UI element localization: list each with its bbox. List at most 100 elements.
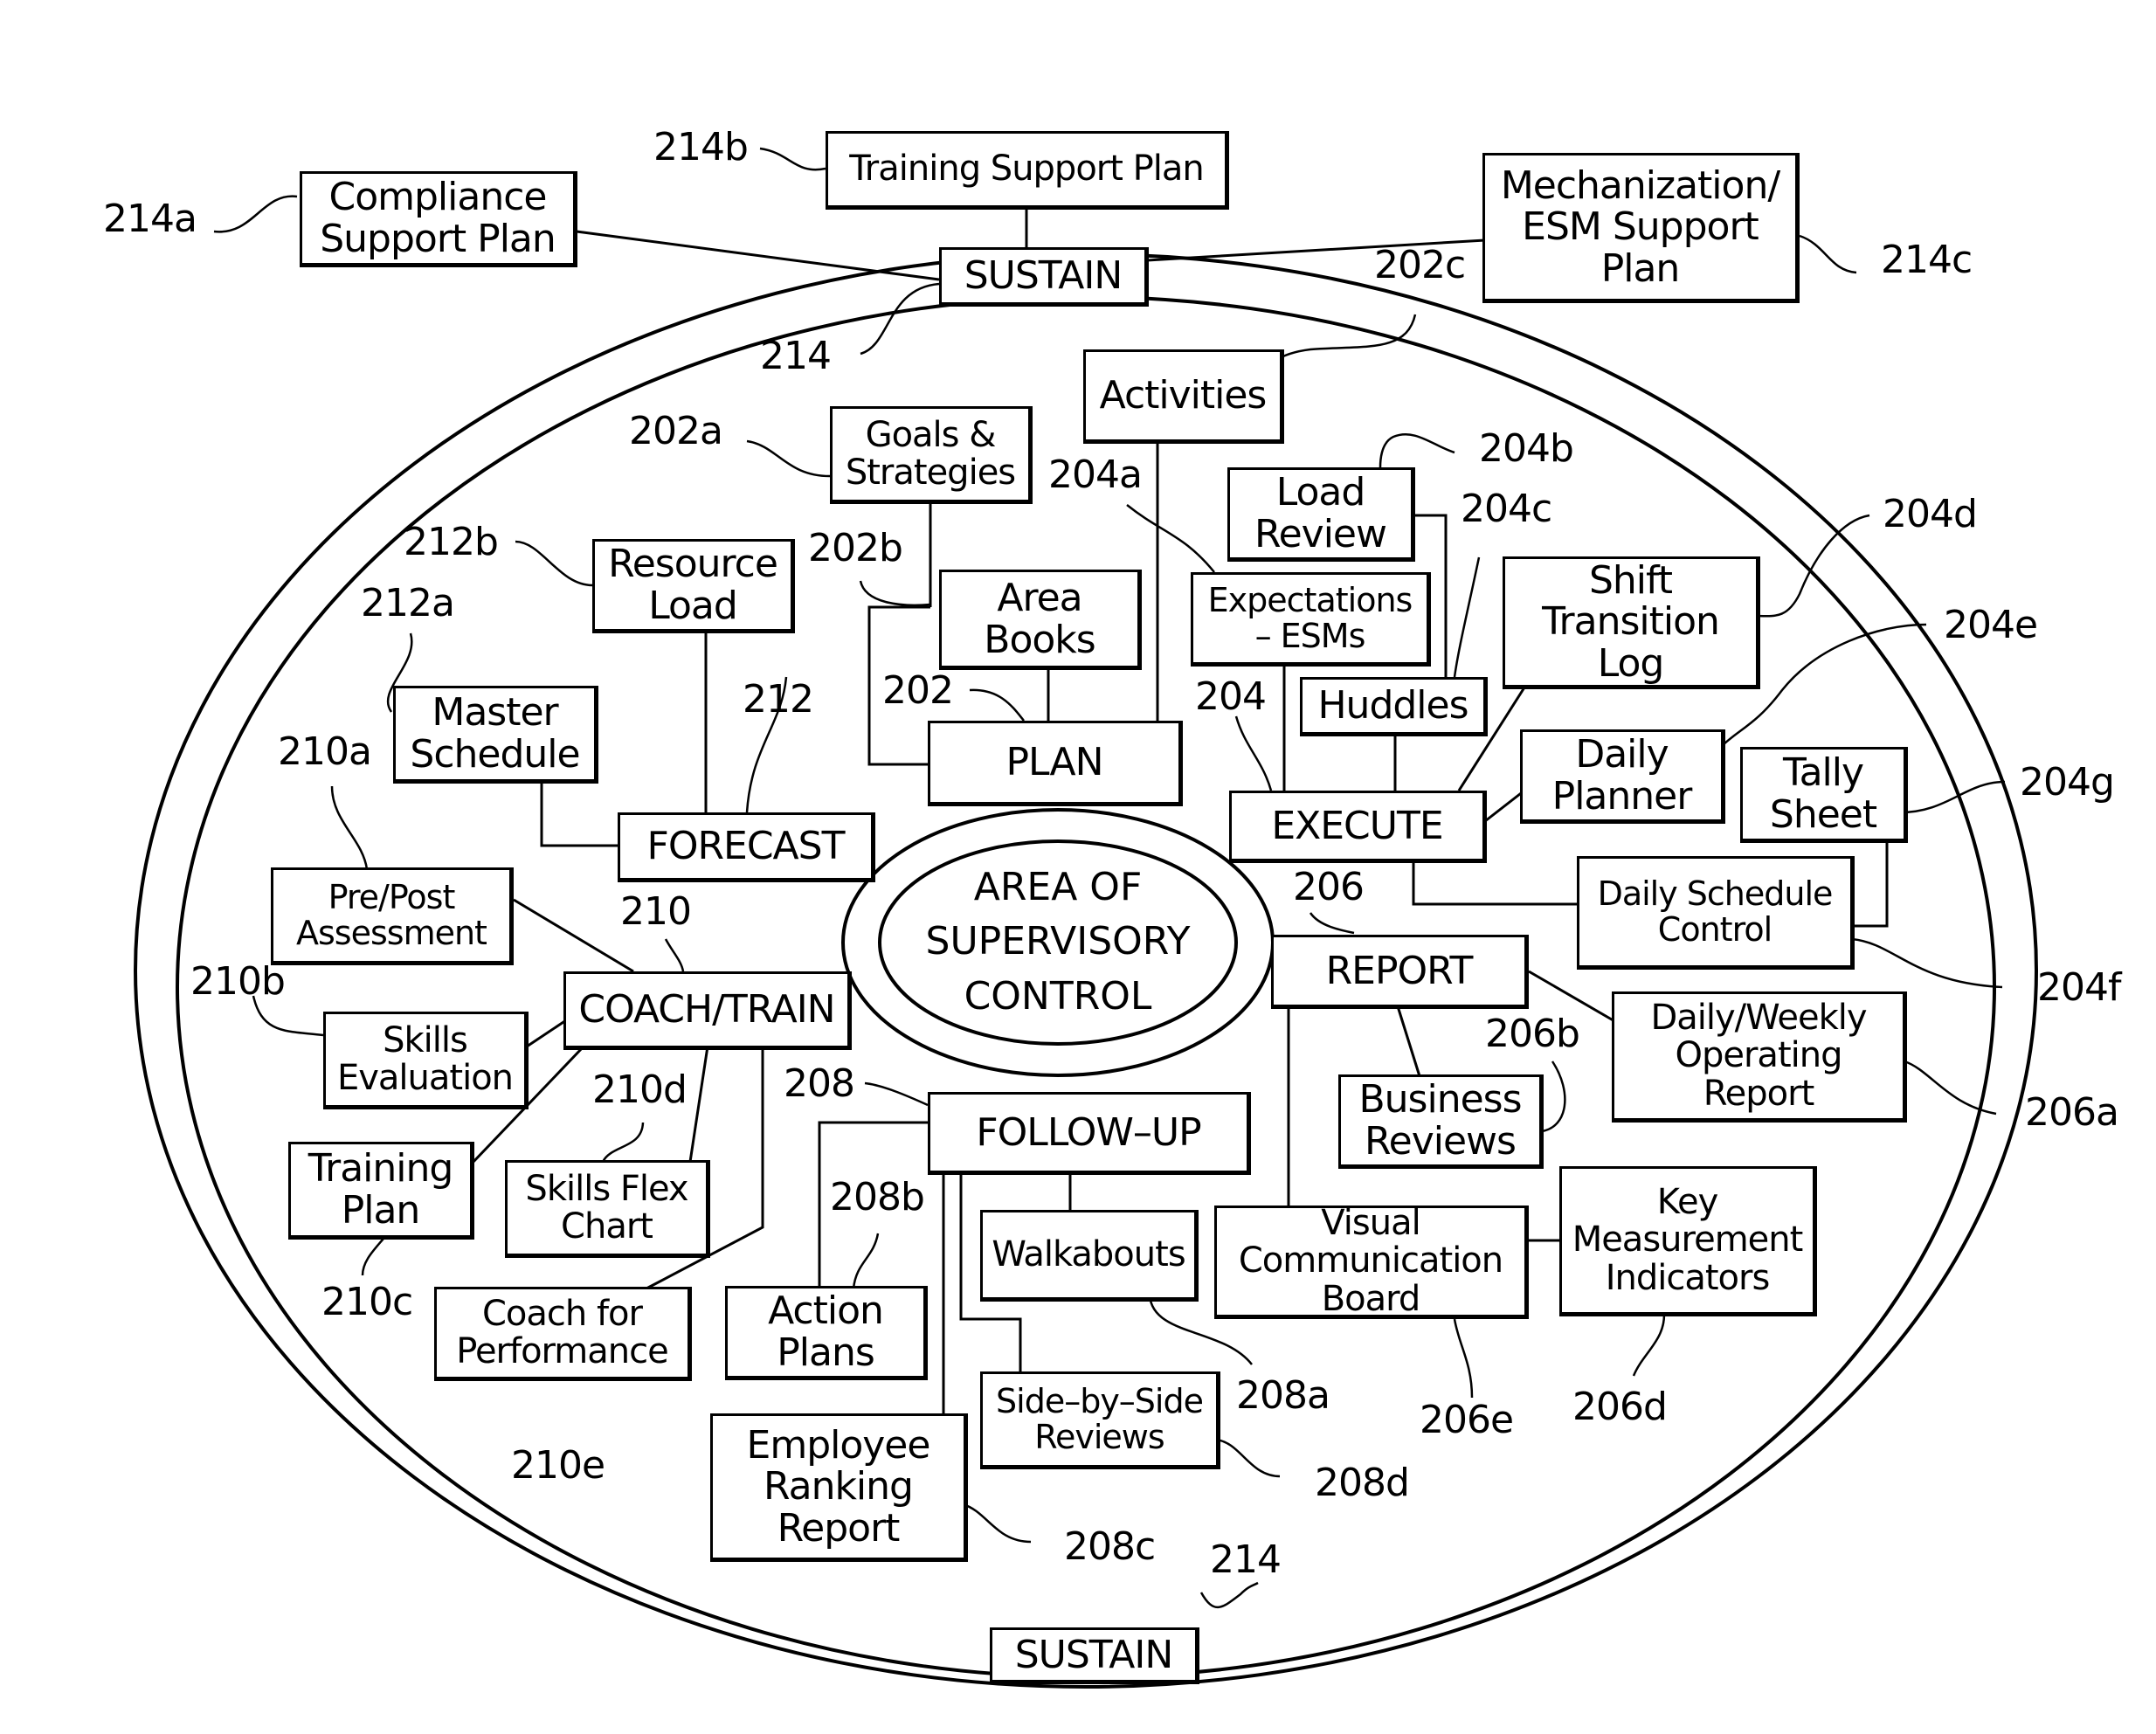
report-box[interactable]: REPORT [1271, 935, 1529, 1009]
huddles-ref: 204c [1461, 487, 1552, 531]
skills-evaluation-box[interactable]: Skills Evaluation [323, 1012, 529, 1109]
mechanization-support-plan-ref: 214c [1881, 238, 1973, 282]
expectations-esms-ref: 204a [1048, 452, 1143, 497]
key-measurement-indicators-box[interactable]: Key Measurement Indicators [1559, 1166, 1817, 1316]
mechanization-support-plan-box[interactable]: Mechanization/ ESM Support Plan [1482, 153, 1800, 303]
connector-prepost [513, 898, 634, 973]
compliance-support-plan-ref: 214a [103, 197, 197, 241]
tally-sheet-box[interactable]: Tally Sheet [1740, 747, 1908, 843]
connector-tally-schedule [1852, 839, 1889, 928]
leader-206b [1541, 1060, 1566, 1133]
diagram-canvas: AREA OF SUPERVISORY CONTROL SUSTAIN 214 … [0, 0, 2156, 1734]
side-by-side-reviews-ref: 208d [1315, 1461, 1410, 1505]
leader-206d [1632, 1314, 1666, 1377]
forecast-ref: 212 [743, 677, 814, 722]
connector-compliance [576, 230, 940, 281]
training-support-plan-box[interactable]: Training Support Plan [826, 131, 1229, 210]
tally-sheet-ref: 204g [2020, 760, 2115, 805]
plan-ref: 202 [882, 668, 954, 713]
skills-evaluation-ref: 210b [190, 959, 286, 1004]
follow-up-ref: 208 [784, 1061, 855, 1106]
coach-train-box[interactable]: COACH/TRAIN [563, 971, 852, 1050]
sustain-bottom-ref: 214 [1210, 1537, 1282, 1582]
key-measurement-indicators-ref: 206d [1572, 1385, 1668, 1429]
area-books-box[interactable]: Area Books [939, 570, 1142, 670]
coach-for-performance-ref: 210e [511, 1443, 605, 1488]
daily-planner-ref: 204e [1944, 603, 2038, 647]
huddles-box[interactable]: Huddles [1300, 677, 1488, 736]
leader-204f [1851, 937, 2003, 989]
leader-206e [1453, 1318, 1474, 1399]
execute-ref: 204 [1195, 674, 1267, 719]
leader-210 [664, 938, 685, 972]
leader-204c [1453, 556, 1481, 678]
leader-206 [1309, 912, 1355, 935]
resource-load-ref: 212b [404, 520, 499, 564]
load-review-box[interactable]: Load Review [1227, 467, 1415, 562]
plan-box[interactable]: PLAN [928, 721, 1183, 806]
connector-business [1396, 1005, 1421, 1077]
master-schedule-box[interactable]: Master Schedule [393, 686, 598, 784]
side-by-side-reviews-box[interactable]: Side–by–Side Reviews [980, 1371, 1220, 1469]
sustain-bottom-box[interactable]: SUSTAIN [990, 1627, 1199, 1684]
leader-208d [1214, 1438, 1281, 1478]
connector-daily-planner [1484, 789, 1525, 823]
pre-post-assessment-ref: 210a [278, 729, 372, 774]
resource-load-box[interactable]: Resource Load [592, 539, 795, 633]
leader-204 [1234, 715, 1273, 791]
skills-flex-chart-box[interactable]: Skills Flex Chart [505, 1160, 710, 1258]
leader-208b [852, 1233, 880, 1289]
leader-210a [330, 785, 369, 870]
load-review-ref: 204b [1479, 426, 1574, 471]
compliance-support-plan-box[interactable]: Compliance Support Plan [300, 171, 577, 267]
employee-ranking-report-box[interactable]: Employee Ranking Report [710, 1413, 968, 1562]
daily-schedule-control-box[interactable]: Daily Schedule Control [1577, 856, 1855, 970]
leader-202a [746, 439, 831, 478]
walkabouts-box[interactable]: Walkabouts [980, 1210, 1199, 1302]
follow-up-box[interactable]: FOLLOW–UP [928, 1092, 1251, 1175]
connector-skills-flex [688, 1046, 709, 1163]
leader-214-bottom [1199, 1581, 1259, 1609]
goals-strategies-ref: 202a [629, 409, 723, 453]
leader-210d [601, 1122, 645, 1163]
training-plan-box[interactable]: Training Plan [288, 1142, 474, 1240]
coach-for-performance-box[interactable]: Coach for Performance [434, 1287, 692, 1381]
execute-box[interactable]: EXECUTE [1229, 791, 1487, 863]
visual-communication-board-ref: 206e [1420, 1398, 1514, 1442]
leader-214c [1799, 234, 1857, 274]
daily-weekly-operating-report-box[interactable]: Daily/Weekly Operating Report [1612, 991, 1907, 1123]
shift-transition-log-box[interactable]: Shift Transition Log [1503, 556, 1760, 689]
action-plans-ref: 208b [830, 1175, 925, 1219]
forecast-box[interactable]: FORECAST [618, 812, 875, 882]
training-support-plan-ref: 214b [653, 125, 749, 169]
activities-box[interactable]: Activities [1083, 349, 1284, 444]
visual-communication-board-box[interactable]: Visual Communication Board [1214, 1205, 1529, 1319]
coach-train-ref: 210 [620, 889, 692, 934]
leader-214-top [860, 282, 940, 356]
connector-daily-schedule [1412, 860, 1581, 906]
leader-204g [1899, 780, 2006, 814]
sustain-top-ref: 214 [760, 334, 832, 378]
business-reviews-box[interactable]: Business Reviews [1338, 1074, 1544, 1169]
leader-212b [515, 540, 593, 587]
sustain-top-box[interactable]: SUSTAIN [939, 247, 1149, 307]
leader-202 [969, 688, 1025, 722]
leader-208 [864, 1081, 929, 1107]
action-plans-box[interactable]: Action Plans [725, 1286, 928, 1380]
pre-post-assessment-box[interactable]: Pre/Post Assessment [271, 867, 514, 965]
area-books-ref: 202b [808, 526, 903, 570]
daily-weekly-operating-report-ref: 206a [2025, 1090, 2119, 1135]
leader-208c [962, 1503, 1032, 1544]
training-plan-ref: 210c [321, 1280, 413, 1324]
skills-flex-chart-ref: 210d [592, 1067, 688, 1112]
leader-204a [1126, 504, 1215, 573]
center-area-label: AREA OF SUPERVISORY CONTROL [925, 865, 1191, 1019]
connector-skills-eval [523, 1019, 567, 1050]
walkabouts-ref: 208a [1236, 1373, 1330, 1418]
report-ref: 206 [1293, 865, 1365, 909]
goals-strategies-box[interactable]: Goals & Strategies [830, 406, 1033, 504]
business-reviews-ref: 206b [1485, 1012, 1580, 1056]
leader-214b [759, 147, 826, 171]
daily-planner-box[interactable]: Daily Planner [1520, 729, 1725, 824]
expectations-esms-box[interactable]: Expectations – ESMs [1191, 572, 1431, 667]
